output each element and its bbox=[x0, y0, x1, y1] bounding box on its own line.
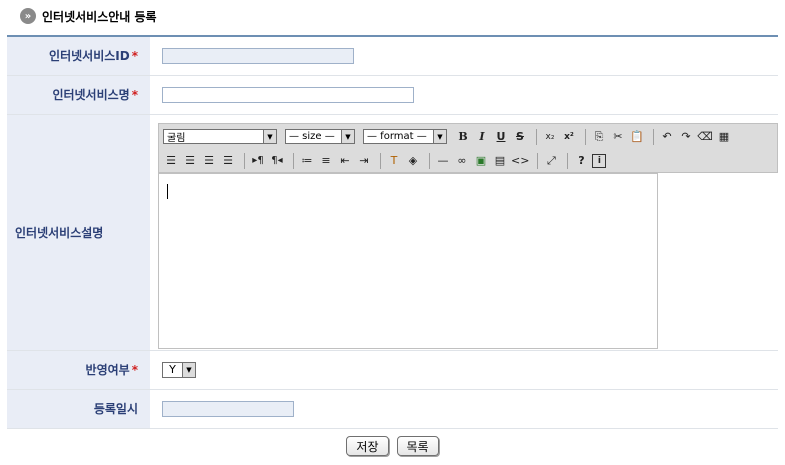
page-title: 인터넷서비스안내 등록 bbox=[42, 9, 157, 24]
unordered-list-icon[interactable]: ≡ bbox=[318, 153, 334, 169]
reg-date-input[interactable] bbox=[162, 400, 294, 417]
background-color-icon[interactable]: ◈ bbox=[405, 153, 421, 169]
align-left-icon[interactable]: ☰ bbox=[163, 153, 179, 169]
link-icon[interactable]: ∞ bbox=[454, 153, 470, 169]
text-caret bbox=[167, 183, 168, 199]
service-id-label: 인터넷서비스ID * bbox=[7, 35, 150, 76]
chevron-down-icon: ▼ bbox=[263, 130, 276, 143]
horizontal-rule-icon[interactable]: — bbox=[435, 153, 451, 169]
superscript-icon[interactable]: x² bbox=[561, 129, 577, 145]
toolbar-divider bbox=[653, 128, 654, 145]
cut-icon[interactable]: ✂ bbox=[610, 129, 626, 145]
chevron-down-icon: ▼ bbox=[182, 362, 195, 377]
align-center-icon[interactable]: ☰ bbox=[182, 153, 198, 169]
undo-icon[interactable]: ↶ bbox=[659, 129, 675, 145]
copy-icon[interactable]: ⎘ bbox=[591, 129, 607, 145]
align-right-icon[interactable]: ☰ bbox=[201, 153, 217, 169]
page-header: » 인터넷서비스안내 등록 bbox=[20, 6, 157, 26]
source-code-icon[interactable]: <> bbox=[511, 153, 529, 169]
toolbar-divider bbox=[429, 152, 430, 169]
table-icon[interactable]: ▤ bbox=[492, 153, 508, 169]
text-color-icon[interactable]: T bbox=[386, 153, 402, 169]
chevron-down-icon: ▼ bbox=[433, 130, 446, 143]
underline-button[interactable]: U bbox=[493, 129, 509, 145]
help-button[interactable]: ? bbox=[573, 153, 589, 169]
ordered-list-icon[interactable]: ≔ bbox=[299, 153, 315, 169]
toolbar-divider bbox=[537, 152, 539, 169]
rtl-icon[interactable]: ¶◂ bbox=[269, 153, 285, 169]
format-select[interactable]: — format — ▼ bbox=[363, 129, 447, 144]
fullscreen-icon[interactable]: ⤢ bbox=[543, 153, 559, 169]
reflect-label: 반영여부 * bbox=[7, 350, 150, 390]
service-name-label: 인터넷서비스명 * bbox=[7, 75, 150, 115]
save-button[interactable]: 저장 bbox=[346, 436, 389, 456]
word-paste-icon[interactable]: ▦ bbox=[716, 129, 732, 145]
size-select[interactable]: — size — ▼ bbox=[285, 129, 355, 144]
list-button[interactable]: 목록 bbox=[396, 436, 439, 456]
toolbar-divider bbox=[567, 152, 569, 169]
info-icon[interactable]: i bbox=[592, 153, 607, 168]
reg-date-label: 등록일시 bbox=[7, 389, 150, 429]
toolbar-divider bbox=[585, 128, 586, 145]
reflect-select[interactable]: Y ▼ bbox=[162, 361, 196, 378]
bold-button[interactable]: B bbox=[455, 129, 471, 145]
strikethrough-button[interactable]: S bbox=[512, 129, 528, 145]
ltr-icon[interactable]: ▸¶ bbox=[250, 153, 266, 169]
action-buttons: 저장 목록 bbox=[0, 436, 785, 456]
paste-icon[interactable]: 📋 bbox=[629, 129, 645, 145]
align-justify-icon[interactable]: ☰ bbox=[220, 153, 236, 169]
circle-arrow-icon: » bbox=[20, 8, 36, 24]
redo-icon[interactable]: ↷ bbox=[678, 129, 694, 145]
service-name-input[interactable] bbox=[162, 86, 414, 103]
outdent-icon[interactable]: ⇤ bbox=[337, 153, 353, 169]
toolbar-divider bbox=[244, 152, 245, 169]
chevron-down-icon: ▼ bbox=[341, 130, 354, 143]
italic-button[interactable]: I bbox=[474, 129, 490, 145]
image-icon[interactable]: ▣ bbox=[473, 153, 489, 169]
toolbar-divider bbox=[536, 128, 537, 145]
editor-toolbar: 굴림 ▼ — size — ▼ — format — ▼ B I U S x₂ x² … bbox=[158, 122, 778, 173]
eraser-icon[interactable]: ⌫ bbox=[697, 129, 713, 145]
font-select[interactable]: 굴림 ▼ bbox=[163, 129, 277, 144]
service-desc-label: 인터넷서비스설명 bbox=[7, 114, 150, 351]
rich-text-editor: 굴림 ▼ — size — ▼ — format — ▼ B I U S x₂ x² … bbox=[158, 122, 778, 350]
editor-content-area[interactable] bbox=[158, 172, 658, 349]
toolbar-divider bbox=[380, 152, 381, 169]
toolbar-divider bbox=[293, 152, 294, 169]
service-id-input[interactable] bbox=[162, 47, 354, 64]
registration-form: 인터넷서비스ID * 인터넷서비스명 * 인터넷서비스설명 굴림 ▼ — size —… bbox=[7, 35, 778, 429]
indent-icon[interactable]: ⇥ bbox=[356, 153, 372, 169]
subscript-icon[interactable]: x₂ bbox=[542, 129, 558, 145]
